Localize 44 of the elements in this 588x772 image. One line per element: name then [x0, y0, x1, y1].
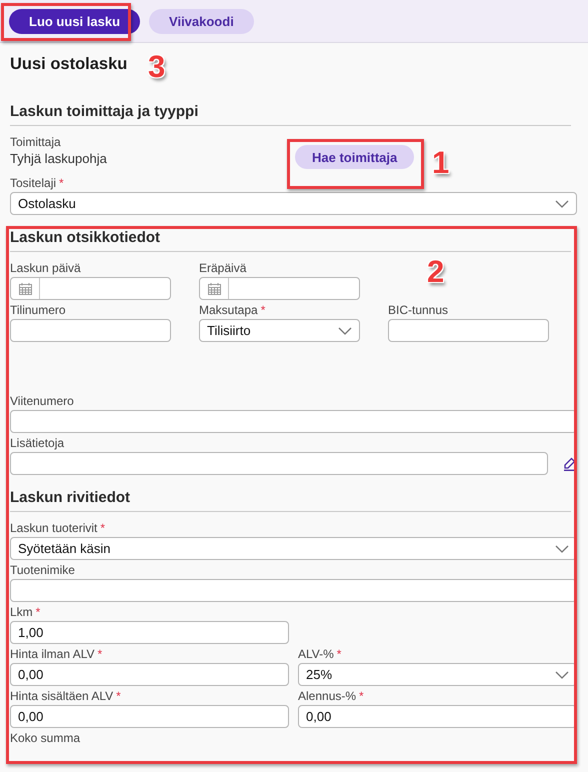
calendar-icon: [18, 282, 32, 294]
field-label: BIC-tunnus: [388, 303, 450, 317]
section-heading: Laskun toimittaja ja tyyppi: [10, 103, 571, 126]
field-label: Lkm *: [10, 605, 42, 619]
text-field[interactable]: [10, 319, 171, 342]
field-label: Tositelaji *: [10, 176, 65, 190]
chevron-down-icon: [555, 670, 569, 678]
chevron-down-icon: [555, 544, 569, 552]
date-field[interactable]: [10, 277, 171, 300]
supplier-value: Tyhjä laskupohja: [10, 151, 108, 167]
annotation-number: 2: [427, 255, 444, 289]
text-field[interactable]: 0,00: [10, 705, 289, 728]
field-label: ALV-% *: [298, 647, 342, 661]
calendar-icon: [208, 282, 220, 294]
chevron-down-icon: [555, 200, 569, 208]
section-heading: Laskun otsikkotiedot: [10, 229, 571, 252]
field-label: Laskun päivä: [10, 261, 82, 275]
find-supplier-button[interactable]: Hae toimittaja: [295, 145, 414, 169]
field-label: Alennus-% *: [298, 689, 365, 703]
annotation-number: 3: [148, 50, 166, 84]
text-field[interactable]: [10, 452, 548, 475]
field-label: Eräpäivä: [199, 261, 248, 275]
field-label: Koko summa: [10, 731, 82, 745]
text-field[interactable]: [388, 319, 549, 342]
new-invoice-button[interactable]: Luo uusi lasku: [9, 8, 140, 34]
field-label: Hinta ilman ALV *: [10, 647, 104, 661]
barcode-button[interactable]: Viivakoodi: [149, 8, 254, 34]
date-field[interactable]: [199, 277, 360, 300]
annotation-number: 1: [432, 146, 450, 180]
field-label: Maksutapa *: [199, 303, 266, 317]
field-label: Lisätietoja: [10, 436, 66, 450]
field-label: Tuotenimike: [10, 563, 76, 577]
field-label: Viitenumero: [10, 394, 75, 408]
chevron-down-icon: [338, 326, 352, 334]
text-field[interactable]: 1,00: [10, 621, 289, 644]
field-label: Hinta sisältäen ALV *: [10, 689, 122, 703]
dropdown[interactable]: Tilisiirto: [199, 319, 360, 342]
field-label: Tilinumero: [10, 303, 67, 317]
dropdown[interactable]: Ostolasku: [10, 192, 577, 215]
text-field[interactable]: 0,00: [10, 663, 289, 686]
field-label: Laskun tuoterivit *: [10, 521, 106, 535]
section-heading: Laskun rivitiedot: [10, 489, 571, 512]
field-label: Toimittaja: [10, 135, 62, 149]
page-title: Uusi ostolasku: [10, 55, 128, 74]
